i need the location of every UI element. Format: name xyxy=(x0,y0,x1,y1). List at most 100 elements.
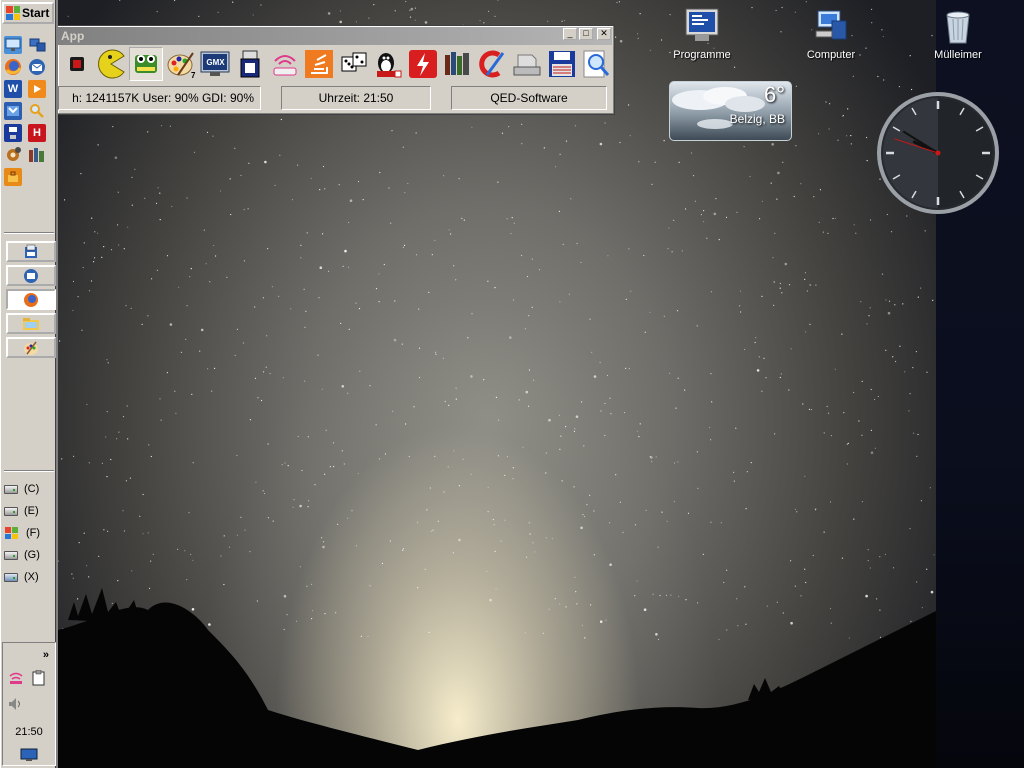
star xyxy=(860,301,862,303)
star xyxy=(160,419,162,421)
app-toolbar: 7 GMX xyxy=(60,46,613,82)
star xyxy=(347,266,350,268)
star xyxy=(217,11,219,13)
pacman-button[interactable] xyxy=(94,47,129,81)
star xyxy=(508,126,510,128)
start-label: Start xyxy=(22,6,50,20)
window-titlebar[interactable]: App xyxy=(58,27,612,45)
usb-drive-button[interactable] xyxy=(233,47,267,81)
star xyxy=(521,254,523,257)
stop-button[interactable] xyxy=(60,47,94,81)
drive-c[interactable]: (C) xyxy=(4,481,39,497)
magnifier-button[interactable] xyxy=(579,47,613,81)
tray-clock[interactable]: 21:50 xyxy=(3,726,55,738)
star xyxy=(570,198,572,200)
media-player-icon[interactable] xyxy=(28,80,46,98)
star xyxy=(615,474,617,476)
star xyxy=(243,260,245,262)
save-button[interactable] xyxy=(544,47,579,81)
star xyxy=(559,153,561,155)
star xyxy=(144,197,146,199)
h-app-icon[interactable]: H xyxy=(28,124,46,142)
toolbox-icon[interactable] xyxy=(4,168,22,186)
star xyxy=(107,362,109,364)
drive-icon xyxy=(4,484,18,494)
window-button-firefox[interactable] xyxy=(6,289,56,310)
start-button[interactable]: Start xyxy=(2,2,54,24)
drive-x[interactable]: (X) xyxy=(4,569,39,585)
dice-button[interactable] xyxy=(337,47,371,81)
show-desktop-icon[interactable] xyxy=(20,748,38,762)
window-button-paint[interactable] xyxy=(6,337,56,358)
star xyxy=(504,519,506,521)
close-button[interactable]: ✕ xyxy=(597,28,611,40)
scanner-button[interactable] xyxy=(510,47,544,81)
thunderbird-icon[interactable] xyxy=(28,58,46,76)
app-status-bar: h: 1241157K User: 90% GDI: 90% Uhrzeit: … xyxy=(58,86,615,112)
desktop-icon-programs[interactable]: Programme xyxy=(662,7,742,61)
wifi-icon[interactable] xyxy=(8,671,24,685)
frog-button[interactable] xyxy=(129,47,163,81)
gmx-button[interactable]: GMX xyxy=(198,47,233,81)
drive-f[interactable]: (F) xyxy=(4,525,40,541)
desktop-icon-recycle-bin[interactable]: Mülleimer xyxy=(918,7,998,61)
star xyxy=(415,132,417,134)
volume-icon[interactable] xyxy=(8,697,24,711)
tray-expand-chevron[interactable]: » xyxy=(43,649,49,661)
star xyxy=(226,276,228,278)
drive-label: (G) xyxy=(24,549,40,561)
minimize-button[interactable]: _ xyxy=(563,28,577,40)
star xyxy=(317,354,319,356)
yahoo-icon[interactable] xyxy=(4,102,22,120)
analog-clock-gadget[interactable] xyxy=(876,91,1000,215)
desktop-icon-computer[interactable]: Computer xyxy=(791,7,871,61)
star xyxy=(242,342,245,344)
ccleaner-button[interactable] xyxy=(475,47,510,81)
gear-icon[interactable] xyxy=(4,146,22,164)
star xyxy=(212,135,214,137)
star xyxy=(654,161,656,163)
word-icon[interactable]: W xyxy=(4,80,22,98)
star xyxy=(483,22,485,24)
drive-g[interactable]: (G) xyxy=(4,547,40,563)
star xyxy=(228,546,231,548)
drive-e[interactable]: (E) xyxy=(4,503,39,519)
star xyxy=(818,133,820,135)
weather-gadget[interactable]: 6° Belzig, BB xyxy=(669,81,792,141)
star xyxy=(696,325,698,327)
network-icon[interactable] xyxy=(4,36,22,54)
window-button-file-manager[interactable] xyxy=(6,241,56,262)
search-icon[interactable] xyxy=(28,102,46,120)
star xyxy=(796,511,798,513)
paint-button[interactable]: 7 xyxy=(163,47,198,81)
star xyxy=(453,265,455,267)
linux-button[interactable] xyxy=(371,47,406,81)
bookshelf-button[interactable] xyxy=(440,47,475,81)
star xyxy=(78,542,80,544)
star xyxy=(403,244,406,246)
clipboard-icon[interactable] xyxy=(32,670,46,686)
star xyxy=(888,300,891,302)
star xyxy=(243,208,245,211)
floppy-disk-icon[interactable] xyxy=(4,124,22,142)
star xyxy=(444,400,446,403)
books-icon[interactable] xyxy=(28,146,46,164)
star xyxy=(586,504,588,506)
star xyxy=(638,436,640,438)
star xyxy=(147,131,149,133)
window-button-explorer[interactable] xyxy=(6,313,56,334)
firefox-icon[interactable] xyxy=(4,58,22,76)
maximize-button[interactable]: □ xyxy=(579,28,593,40)
stackoverflow-button[interactable] xyxy=(302,47,336,81)
star xyxy=(299,504,302,508)
computer-icon[interactable] xyxy=(28,36,46,54)
star xyxy=(339,20,343,24)
window-button-thunderbird[interactable] xyxy=(6,265,56,286)
star xyxy=(73,455,75,457)
star xyxy=(725,216,728,218)
star xyxy=(623,412,626,414)
star xyxy=(131,176,133,178)
flash-button[interactable] xyxy=(406,47,440,81)
wifi-button[interactable] xyxy=(267,47,302,81)
star xyxy=(91,217,93,219)
